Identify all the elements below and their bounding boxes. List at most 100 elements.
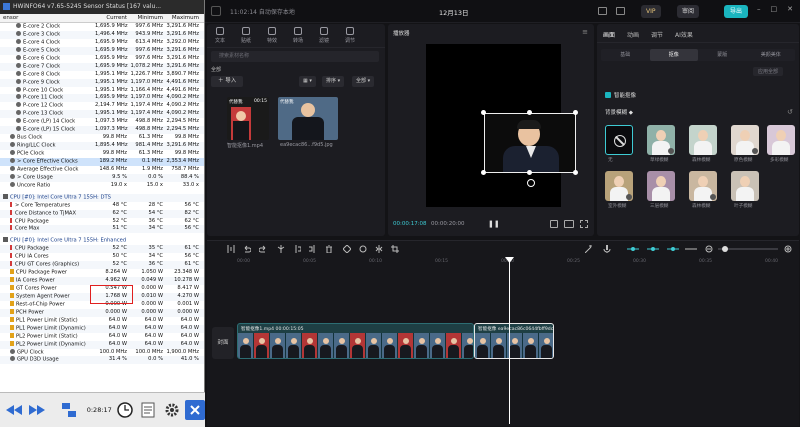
blur-option[interactable] [689, 125, 717, 155]
sensor-row[interactable]: CPU GT Cores (Graphics) 52 °C 36 °C 61 °C [0, 261, 204, 270]
apply-all-button[interactable]: 应用全部 [753, 67, 784, 76]
mask-icon[interactable] [343, 245, 351, 253]
col-current[interactable]: Current [95, 14, 129, 22]
sensor-row[interactable]: > Core Effective Clocks 189.2 MHz 0.1 MHz 2… [0, 157, 204, 166]
zoom-slider[interactable] [718, 246, 778, 252]
sensor-row[interactable]: CPU Package 52 °C 36 °C 62 °C [0, 217, 204, 226]
layout-icon[interactable] [598, 7, 607, 15]
project-title[interactable]: 12月13日 [439, 7, 469, 17]
properties-tab[interactable]: 动画 [621, 24, 645, 42]
sensor-row[interactable]: P-core 13 Clock 1,995.1 MHz 1,197.4 MHz 4,0… [0, 110, 204, 119]
close-icon[interactable] [185, 400, 206, 420]
resize-handle-bl[interactable] [481, 170, 486, 175]
network-icon[interactable] [59, 400, 79, 420]
sensor-row[interactable]: GPU D3D Usage 31.4 % 0.0 % 41.0 % [0, 356, 204, 365]
properties-sub-tab[interactable]: 基础 [601, 49, 650, 61]
zoom-out-icon[interactable] [705, 245, 713, 253]
blur-option[interactable] [647, 125, 675, 155]
sensor-row[interactable]: E-core 3 Clock 1,496.4 MHz 943.9 MHz 3,291.… [0, 30, 204, 39]
freeze-icon[interactable] [359, 245, 367, 253]
sensor-row[interactable]: E-core (LP) 15 Clock 1,097.3 MHz 498.8 MHz… [0, 126, 204, 135]
resize-handle-tr[interactable] [573, 110, 578, 115]
timeline-ruler[interactable]: 00:00 00:05 00:10 00:15 00:20 00:25 00:30 00:35… [237, 259, 797, 267]
sensor-row[interactable]: Ring/LLC Clock 1,895.4 MHz 981.4 MHz 3,291.… [0, 142, 204, 150]
view-mode-dropdown[interactable]: ▦ ▾ [299, 76, 316, 87]
sensor-row[interactable]: PL1 Power Limit (Static) 64.0 W 64.0 W 64.0… [0, 316, 204, 325]
background-blur-header[interactable]: 背景模糊 ◆ [605, 108, 633, 116]
link-main-track-icon[interactable] [627, 245, 639, 253]
sensor-row[interactable]: E-core 8 Clock 1,995.1 MHz 1,226.7 MHz 3,89… [0, 70, 204, 79]
resize-handle-bottom[interactable] [527, 170, 532, 175]
magic-icon[interactable] [585, 245, 593, 253]
col-minimum[interactable]: Minimum [129, 14, 165, 22]
minimize-icon[interactable]: – [757, 5, 761, 18]
mirror-icon[interactable] [375, 245, 383, 253]
sensor-row[interactable]: PCIe Clock 99.8 MHz 61.3 MHz 99.8 MHz [0, 150, 204, 158]
redo-icon[interactable] [259, 245, 267, 253]
report-icon[interactable] [138, 400, 158, 420]
blur-option[interactable] [647, 171, 675, 201]
sensor-row[interactable]: > Core Temperatures 48 °C 28 °C 56 °C [0, 201, 204, 210]
sort-dropdown[interactable]: 排序 ▾ [322, 76, 345, 87]
reset-icon[interactable]: ↺ [787, 108, 793, 116]
properties-tab[interactable]: 调节 [645, 24, 669, 42]
settings-gear-icon[interactable] [162, 400, 182, 420]
export-button[interactable]: 导出 [724, 5, 749, 18]
split-track-icon[interactable] [685, 245, 697, 253]
properties-tab[interactable]: AI效果 [669, 24, 699, 42]
sensor-row[interactable]: P-core 10 Clock 1,995.1 MHz 1,166.4 MHz 4,4… [0, 86, 204, 95]
cover-button[interactable]: 封面 [212, 327, 234, 359]
sensor-row[interactable]: CPU IA Cores 50 °C 34 °C 56 °C [0, 253, 204, 261]
media-thumb-image[interactable]: 代替我 [278, 97, 338, 140]
maximize-icon[interactable]: □ [771, 5, 778, 18]
pause-button-icon[interactable]: ❚❚ [488, 220, 500, 228]
blur-option[interactable] [689, 171, 717, 201]
review-button[interactable]: 审阅 [677, 5, 700, 18]
undo-icon[interactable] [243, 245, 251, 253]
resize-handle-top[interactable] [527, 110, 532, 115]
zoom-in-icon[interactable] [784, 245, 792, 253]
sensor-row[interactable]: P-core 11 Clock 1,695.9 MHz 1,197.0 MHz 4,0… [0, 94, 204, 103]
blur-option[interactable] [731, 171, 759, 201]
properties-sub-tab[interactable]: 蒙版 [698, 49, 747, 61]
sensor-row[interactable]: Core Max 51 °C 34 °C 56 °C [0, 225, 204, 234]
properties-sub-tab[interactable]: 美颜美体 [747, 49, 796, 61]
media-tab-sticker[interactable]: 贴纸 [233, 24, 259, 47]
media-tab-filter[interactable]: 滤镜 [311, 24, 337, 47]
split-right-icon[interactable] [309, 245, 317, 253]
fullscreen-icon[interactable] [580, 220, 588, 228]
sensor-row[interactable]: E-core 2 Clock 1,695.9 MHz 997.6 MHz 3,291.… [0, 23, 204, 31]
split-left-icon[interactable] [293, 245, 301, 253]
selected-person-layer[interactable] [484, 113, 576, 173]
vip-button[interactable]: VIP [641, 5, 661, 18]
sensor-row[interactable]: Uncore Ratio 19.0 x 15.0 x 33.0 x [0, 181, 204, 190]
clock-icon[interactable] [115, 400, 135, 420]
zoom-slider-knob[interactable] [722, 246, 728, 252]
sensor-row[interactable]: PCH Power 0.000 W 0.000 W 0.000 W [0, 308, 204, 317]
col-sensor[interactable]: ensor [0, 14, 95, 22]
rotate-handle-icon[interactable] [527, 179, 535, 187]
media-tab-text[interactable]: 文本 [207, 24, 233, 47]
sensor-row[interactable]: P-core 9 Clock 1,995.1 MHz 1,197.0 MHz 4,49… [0, 78, 204, 87]
crop-icon[interactable] [391, 245, 399, 253]
video-clip-selected[interactable]: 智能抠像 ea9ecac86c0644fbff9dc [474, 323, 554, 359]
sensor-row[interactable]: CPU Package 52 °C 35 °C 61 °C [0, 245, 204, 254]
video-canvas[interactable] [426, 44, 578, 207]
col-maximum[interactable]: Maximum [165, 14, 203, 22]
sensor-row[interactable]: CPU Package Power 8.264 W 1.050 W 23.348 W [0, 269, 204, 277]
resize-handle-tl[interactable] [481, 110, 486, 115]
media-thumb-video[interactable]: 代替我 00:15 [227, 97, 269, 140]
media-tab-transition[interactable]: 转场 [285, 24, 311, 47]
link-audio-icon[interactable] [647, 245, 659, 253]
blur-option[interactable] [767, 125, 795, 155]
preview-axis-icon[interactable] [667, 245, 679, 253]
sensor-row[interactable]: P-core 12 Clock 2,194.7 MHz 1,197.4 MHz 4,0… [0, 102, 204, 110]
nav-left-icon[interactable] [4, 400, 24, 420]
shortcut-icon[interactable] [616, 7, 625, 15]
sensor-row[interactable]: > Core Usage 9.5 % 0.0 % 88.4 % [0, 173, 204, 182]
smart-cutout-checkbox[interactable] [605, 91, 611, 98]
blur-option[interactable] [605, 171, 633, 201]
split-icon[interactable] [277, 245, 285, 253]
media-tab-adjust[interactable]: 调节 [337, 24, 363, 47]
sensor-row[interactable]: E-core 5 Clock 1,695.9 MHz 997.6 MHz 3,291.… [0, 46, 204, 55]
